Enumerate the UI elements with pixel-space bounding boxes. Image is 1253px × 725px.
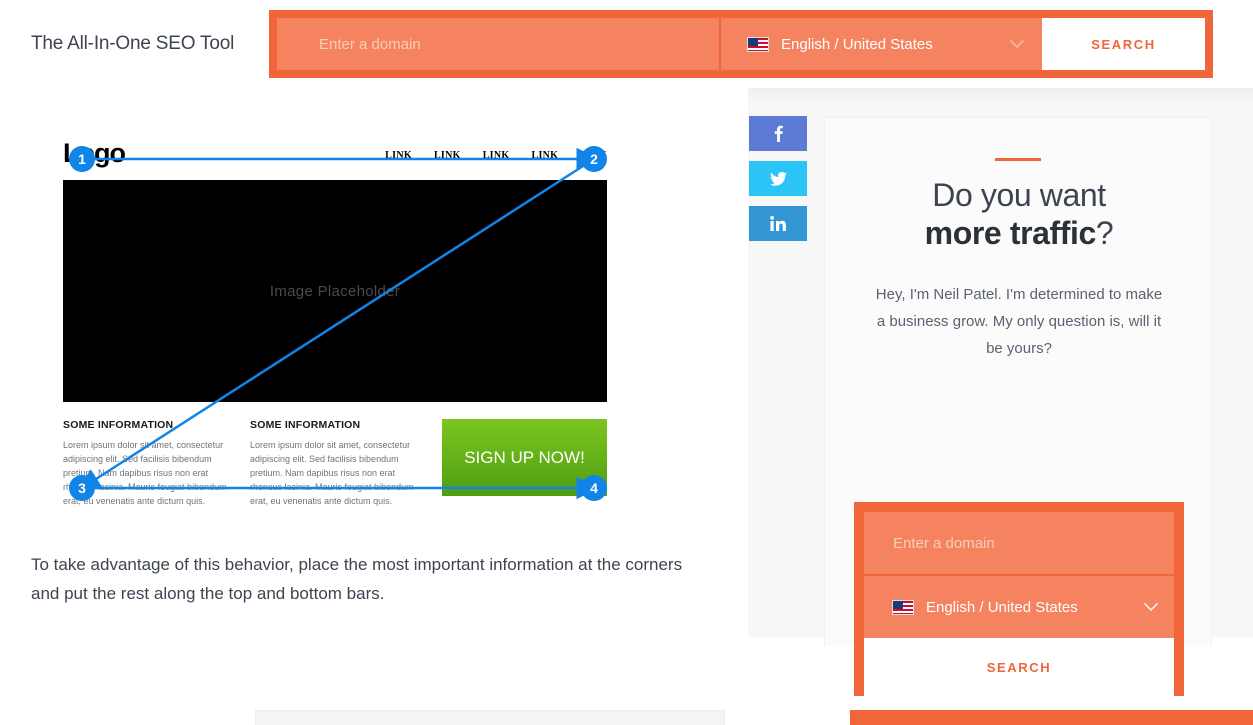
- wireframe-column-body: Lorem ipsum dolor sit amet, consectetur …: [250, 440, 414, 506]
- step-marker-4: 4: [581, 475, 607, 501]
- wireframe-columns: SOME INFORMATION Lorem ipsum dolor sit a…: [63, 419, 607, 508]
- brand-title: The All-In-One SEO Tool: [31, 33, 235, 54]
- wireframe-column: SOME INFORMATION Lorem ipsum dolor sit a…: [250, 419, 422, 508]
- wireframe-hero-image: Image Placeholder: [63, 180, 607, 402]
- sidebar-language-label: English / United States: [926, 598, 1078, 616]
- header-search-button[interactable]: SEARCH: [1042, 18, 1205, 70]
- next-orange-partial-block: [850, 710, 1253, 725]
- step-marker-2: 2: [581, 146, 607, 172]
- chevron-down-icon: [1144, 600, 1158, 615]
- sidebar-subtext: Hey, I'm Neil Patel. I'm determined to m…: [875, 286, 1163, 357]
- us-flag-icon: [892, 599, 914, 615]
- wireframe-nav: LINK LINK LINK LINK LINK: [385, 150, 607, 161]
- wireframe-nav-link: LINK: [482, 150, 510, 161]
- next-section-partial-block: [255, 710, 725, 725]
- z-pattern-wireframe-diagram: Logo LINK LINK LINK LINK LINK Image Plac…: [63, 138, 607, 583]
- sidebar-domain-input[interactable]: Enter a domain: [864, 512, 1174, 574]
- header-search-bar: Enter a domain English / United States S…: [269, 10, 1213, 78]
- twitter-share-icon[interactable]: [749, 161, 807, 196]
- facebook-share-icon[interactable]: [749, 116, 807, 151]
- wireframe-nav-link: LINK: [385, 150, 412, 161]
- page-body: Logo LINK LINK LINK LINK LINK Image Plac…: [0, 88, 1253, 725]
- sidebar-search-form: Enter a domain English / United States S…: [854, 502, 1184, 696]
- wireframe-column-heading: SOME INFORMATION: [250, 419, 361, 431]
- step-marker-3: 3: [69, 475, 95, 501]
- header-language-select[interactable]: English / United States: [721, 18, 1042, 70]
- sidebar-heading-tail: ?: [1095, 215, 1114, 251]
- wireframe-nav-link: LINK: [433, 150, 461, 161]
- us-flag-icon: [747, 36, 769, 52]
- cta-sidebar-panel: Do you want more traffic? Hey, I'm Neil …: [824, 117, 1213, 696]
- image-placeholder-label: Image Placeholder: [269, 282, 401, 300]
- step-marker-1: 1: [69, 146, 95, 172]
- linkedin-share-icon[interactable]: [749, 206, 807, 241]
- wireframe-column-heading: SOME INFORMATION: [63, 419, 174, 431]
- sidebar-accent-rule: [995, 158, 1041, 161]
- sidebar-heading-emphasis: more traffic: [924, 215, 1097, 251]
- header-domain-input[interactable]: Enter a domain: [277, 18, 719, 70]
- article-paragraph: To take advantage of this behavior, plac…: [31, 555, 683, 603]
- social-share-rail: [749, 116, 807, 241]
- top-header-bar: The All-In-One SEO Tool Enter a domain E…: [0, 0, 1253, 88]
- sidebar-heading-line1: Do you want: [932, 177, 1106, 213]
- wireframe-nav-link: LINK: [531, 150, 559, 161]
- sidebar-heading: Do you want more traffic?: [825, 176, 1213, 252]
- header-language-label: English / United States: [781, 35, 933, 53]
- sidebar-language-select[interactable]: English / United States: [864, 576, 1174, 638]
- article-content-card: Logo LINK LINK LINK LINK LINK Image Plac…: [0, 88, 748, 637]
- sidebar-search-button[interactable]: SEARCH: [864, 638, 1174, 696]
- chevron-down-icon: [1010, 37, 1024, 52]
